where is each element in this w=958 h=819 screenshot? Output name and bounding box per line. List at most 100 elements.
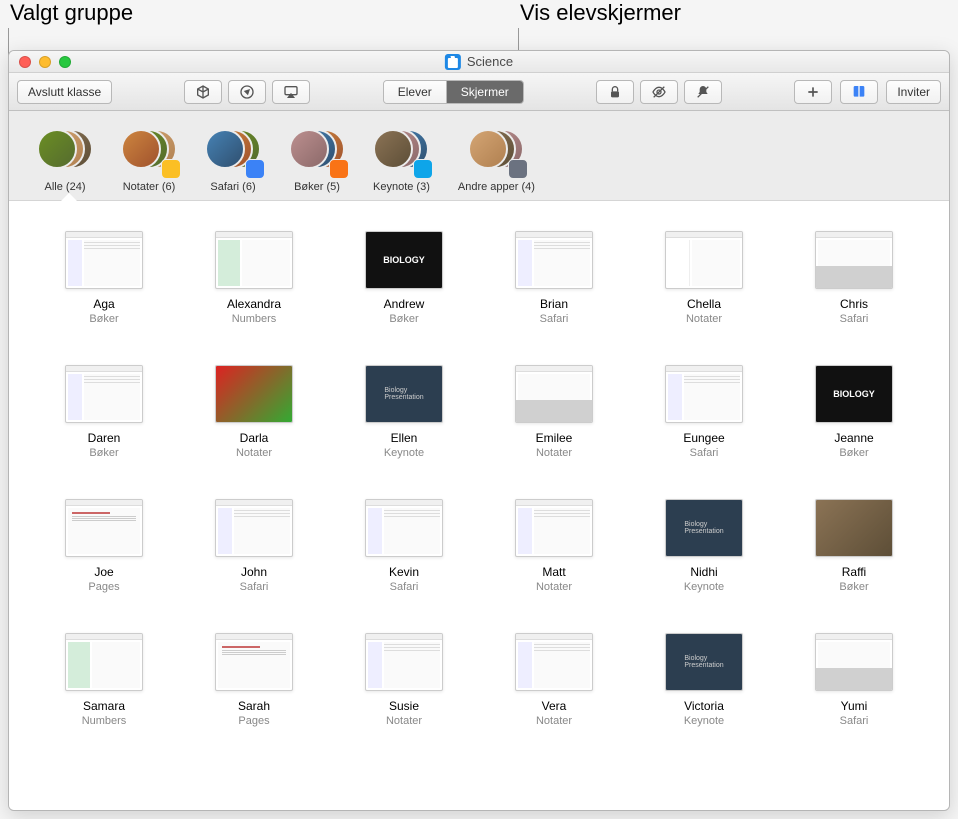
- student-item[interactable]: Eungee Safari: [659, 365, 749, 459]
- student-name: Ellen: [391, 431, 418, 445]
- book-button[interactable]: [840, 80, 878, 104]
- student-name: Jeanne: [834, 431, 873, 445]
- invite-button[interactable]: Inviter: [886, 80, 941, 104]
- student-item[interactable]: Brian Safari: [509, 231, 599, 325]
- titlebar: Science: [9, 51, 949, 73]
- screen-thumbnail: [65, 231, 143, 289]
- screen-thumbnail: [515, 633, 593, 691]
- student-item[interactable]: Matt Notater: [509, 499, 599, 593]
- student-item[interactable]: Emilee Notater: [509, 365, 599, 459]
- student-item[interactable]: BiologyPresentation Ellen Keynote: [359, 365, 449, 459]
- close-button[interactable]: [19, 56, 31, 68]
- group-3[interactable]: Bøker (5): [289, 129, 345, 193]
- group-badge-icon: [245, 159, 265, 179]
- hide-button[interactable]: [640, 80, 678, 104]
- student-item[interactable]: Alexandra Numbers: [209, 231, 299, 325]
- student-name: Aga: [93, 297, 114, 311]
- lock-icon: [607, 84, 623, 100]
- screen-thumbnail: [65, 633, 143, 691]
- screens-tab[interactable]: Skjermer: [447, 81, 523, 103]
- group-1[interactable]: Notater (6): [121, 129, 177, 193]
- student-app: Safari: [390, 581, 419, 593]
- students-tab[interactable]: Elever: [384, 81, 447, 103]
- minimize-button[interactable]: [39, 56, 51, 68]
- avatar: [205, 129, 245, 169]
- student-name: Nidhi: [690, 565, 717, 579]
- screen-thumbnail: [215, 231, 293, 289]
- group-badge-icon: [161, 159, 181, 179]
- callouts: Valgt gruppe Vis elevskjermer: [0, 0, 958, 50]
- student-app: Notater: [536, 581, 572, 593]
- student-item[interactable]: Raffi Bøker: [809, 499, 899, 593]
- student-app: Pages: [238, 715, 269, 727]
- student-name: Victoria: [684, 699, 724, 713]
- avatar: [289, 129, 329, 169]
- student-item[interactable]: Chella Notater: [659, 231, 749, 325]
- navigate-button[interactable]: [228, 80, 266, 104]
- add-button[interactable]: [794, 80, 832, 104]
- group-0[interactable]: Alle (24): [37, 129, 93, 193]
- student-item[interactable]: Vera Notater: [509, 633, 599, 727]
- student-name: Vera: [542, 699, 567, 713]
- group-label: Bøker (5): [294, 181, 340, 193]
- traffic-lights: [9, 56, 71, 68]
- student-grid: Aga Bøker Alexandra Numbers BIOLOGY Andr…: [59, 231, 899, 727]
- screen-thumbnail: [515, 499, 593, 557]
- student-item[interactable]: BIOLOGY Andrew Bøker: [359, 231, 449, 325]
- student-name: Joe: [94, 565, 113, 579]
- open-app-button[interactable]: [184, 80, 222, 104]
- student-item[interactable]: Yumi Safari: [809, 633, 899, 727]
- screen-thumbnail: BiologyPresentation: [665, 499, 743, 557]
- student-name: Alexandra: [227, 297, 281, 311]
- student-name: Matt: [542, 565, 565, 579]
- app-control-group: [184, 80, 310, 104]
- screen-thumbnail: [365, 633, 443, 691]
- group-avatars: [121, 129, 177, 177]
- content-area: Aga Bøker Alexandra Numbers BIOLOGY Andr…: [9, 201, 949, 810]
- student-app: Bøker: [389, 313, 418, 325]
- group-label: Alle (24): [45, 181, 86, 193]
- student-name: Chella: [687, 297, 721, 311]
- group-badge-icon: [413, 159, 433, 179]
- group-avatars: [289, 129, 345, 177]
- zoom-button[interactable]: [59, 56, 71, 68]
- screen-thumbnail: [815, 633, 893, 691]
- group-avatars: [468, 129, 524, 177]
- student-item[interactable]: Darla Notater: [209, 365, 299, 459]
- screen-thumbnail: [515, 231, 593, 289]
- student-app: Notater: [536, 715, 572, 727]
- callout-right-label: Vis elevskjermer: [520, 0, 681, 26]
- group-2[interactable]: Safari (6): [205, 129, 261, 193]
- student-item[interactable]: Aga Bøker: [59, 231, 149, 325]
- bell-off-icon: [695, 84, 711, 100]
- student-name: Daren: [88, 431, 121, 445]
- student-item[interactable]: Sarah Pages: [209, 633, 299, 727]
- lock-group: [596, 80, 722, 104]
- student-item[interactable]: Daren Bøker: [59, 365, 149, 459]
- group-5[interactable]: Andre apper (4): [458, 129, 535, 193]
- screen-thumbnail: BIOLOGY: [365, 231, 443, 289]
- student-item[interactable]: Kevin Safari: [359, 499, 449, 593]
- lock-button[interactable]: [596, 80, 634, 104]
- airplay-icon: [283, 84, 299, 100]
- student-name: Darla: [240, 431, 269, 445]
- group-4[interactable]: Keynote (3): [373, 129, 430, 193]
- student-item[interactable]: BiologyPresentation Nidhi Keynote: [659, 499, 749, 593]
- student-app: Numbers: [232, 313, 277, 325]
- student-app: Keynote: [384, 447, 424, 459]
- student-app: Safari: [690, 447, 719, 459]
- screen-thumbnail: [65, 365, 143, 423]
- airplay-button[interactable]: [272, 80, 310, 104]
- student-app: Bøker: [89, 447, 118, 459]
- screen-thumbnail: [815, 499, 893, 557]
- student-item[interactable]: Susie Notater: [359, 633, 449, 727]
- student-item[interactable]: Joe Pages: [59, 499, 149, 593]
- student-item[interactable]: Samara Numbers: [59, 633, 149, 727]
- student-item[interactable]: BiologyPresentation Victoria Keynote: [659, 633, 749, 727]
- student-item[interactable]: Chris Safari: [809, 231, 899, 325]
- student-app: Notater: [386, 715, 422, 727]
- student-item[interactable]: BIOLOGY Jeanne Bøker: [809, 365, 899, 459]
- student-item[interactable]: John Safari: [209, 499, 299, 593]
- mute-button[interactable]: [684, 80, 722, 104]
- end-class-button[interactable]: Avslutt klasse: [17, 80, 112, 104]
